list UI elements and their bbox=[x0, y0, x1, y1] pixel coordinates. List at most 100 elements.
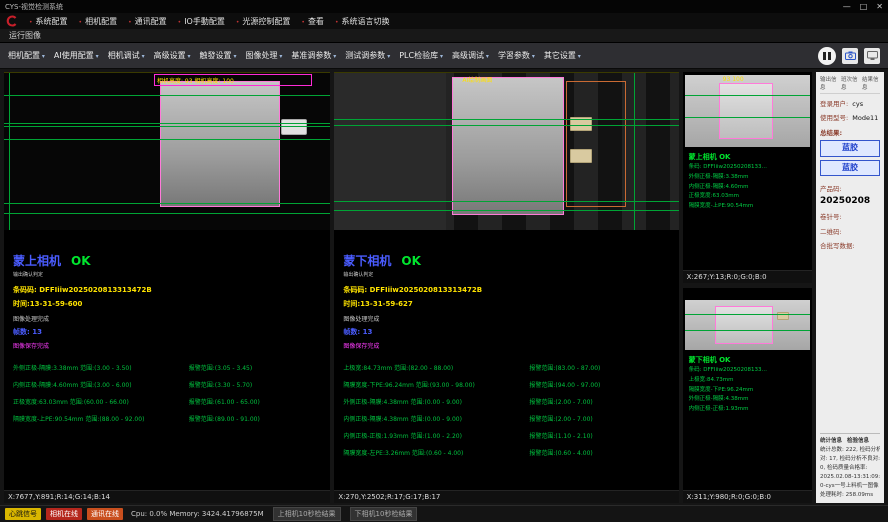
overlay-hline bbox=[334, 210, 678, 211]
preview-line: 内侧正极-隔膜:4.60mm bbox=[689, 183, 806, 193]
product-code-field: 产品码: 20250208 bbox=[820, 185, 880, 207]
tb-camera-debug[interactable]: 相机调试 bbox=[104, 47, 149, 64]
measurement-value: 隔膜宽度-下PE:96.24mm 范围:(93.00 - 98.00) bbox=[343, 380, 529, 389]
menu-view[interactable]: 查看 bbox=[301, 16, 324, 27]
process-status-text: 图像处理完成 bbox=[343, 314, 669, 323]
monitor-button[interactable] bbox=[864, 48, 880, 64]
qr-code-label: 二维码: bbox=[820, 228, 842, 236]
login-user-label: 登录用户: bbox=[820, 100, 848, 108]
model-field: 使用型号: Mode11 bbox=[820, 114, 880, 122]
tb-plc-library[interactable]: PLC检验库 bbox=[395, 47, 447, 64]
tab-output-info[interactable]: 输出信息 bbox=[820, 75, 838, 91]
tb-learn-params[interactable]: 学習参数 bbox=[494, 47, 539, 64]
menu-system-config[interactable]: 系统配置 bbox=[29, 16, 68, 27]
lower-camera-info: 蒙下相机 OK 输出确认判定 条码码: DFFIiiw2025020813313… bbox=[334, 230, 678, 490]
info-panel-tabs: 输出信息 班次信息 结果信息 bbox=[820, 75, 880, 94]
tb-ai-config[interactable]: AI使用配置 bbox=[50, 47, 103, 64]
tab-shift-info[interactable]: 班次信息 bbox=[841, 75, 859, 91]
overlay-hline bbox=[4, 123, 330, 124]
batch-write-label: 合批写数据: bbox=[820, 242, 855, 250]
preview-result-lines: 蒙上相机 OK 条码: DFFIiiw20250208133… 外侧正极-隔膜:… bbox=[683, 149, 812, 213]
title-bar: CYS-视觉检测系统 — □ ✕ bbox=[0, 0, 888, 13]
preview-line: 隔膜宽度-上PE:90.54mm bbox=[689, 202, 806, 212]
tb-trigger-settings[interactable]: 触發设置 bbox=[196, 47, 241, 64]
tb-test-params[interactable]: 测试调参数 bbox=[341, 47, 394, 64]
preview-line: 内侧正极-正极:1.93mm bbox=[689, 405, 806, 415]
upper-camera-info: 蒙上相机 OK 输出确认判定 条码码: DFFIiiw2025020813313… bbox=[4, 230, 330, 490]
save-status-text: 图像保存完成 bbox=[13, 341, 321, 350]
camera-height-label: 相机高度: 93 相机高度: 100 bbox=[157, 76, 234, 85]
preview-image[interactable] bbox=[685, 300, 810, 350]
measurement-value: 内侧正极-正极:1.93mm 范围:(1.00 - 2.20) bbox=[343, 431, 529, 440]
preview-line: 条码: DFFIiiw20250208133… bbox=[689, 366, 806, 376]
tb-baseline-params[interactable]: 基准调参数 bbox=[287, 47, 340, 64]
menu-camera-config[interactable]: 相机配置 bbox=[79, 16, 118, 27]
barcode-text: 条码码: DFFIiiw2025020813313472B bbox=[343, 285, 669, 295]
preview-line: 上极宽:84.73mm bbox=[689, 376, 806, 386]
preview-line: 隔膜宽度-下PE:96.24mm bbox=[689, 386, 806, 396]
overlay-hline bbox=[334, 119, 678, 120]
menu-comm-config[interactable]: 通讯配置 bbox=[128, 16, 167, 27]
camera-result-title: 蒙下相机 bbox=[343, 252, 391, 269]
statistics-tabs: 统计信息 检验信息 bbox=[820, 436, 880, 444]
stats-line: 对: 17, 检码分析不良对:0, bbox=[820, 455, 880, 464]
tab-running-image[interactable]: 运行图像 bbox=[9, 30, 41, 41]
winding-needle-label: 卷针号: bbox=[820, 213, 842, 221]
highlight-spot bbox=[570, 149, 592, 163]
product-code-label: 产品码: bbox=[820, 185, 842, 193]
frame-count-text: 帧数: 13 bbox=[13, 327, 321, 337]
snapshot-button[interactable] bbox=[842, 48, 858, 64]
preview-line: 正极宽度:63.03mm bbox=[689, 192, 806, 202]
upper-camera-10s-result-button[interactable]: 上相机10秒检结果 bbox=[273, 507, 341, 521]
detected-part-region bbox=[719, 83, 773, 139]
lower-camera-image[interactable]: AI绘制画面 bbox=[334, 72, 678, 230]
pause-button[interactable] bbox=[818, 47, 836, 65]
tb-advanced-debug[interactable]: 高级调试 bbox=[448, 47, 493, 64]
alarm-range: 报警范围:(1.10 - 2.10) bbox=[529, 431, 669, 440]
tb-image-processing[interactable]: 图像处理 bbox=[241, 47, 286, 64]
app-window: CYS-视觉检测系统 — □ ✕ 系统配置 相机配置 通讯配置 IO手動配置 光… bbox=[0, 0, 888, 522]
toolbar-right-cluster bbox=[818, 47, 884, 65]
lower-camera-view: AI绘制画面 蒙下相机 OK 输出确认判定 条码码: DFFIiiw202502… bbox=[334, 72, 678, 503]
menu-io-manual[interactable]: IO手動配置 bbox=[178, 16, 225, 27]
alarm-range: 报警范围:(83.00 - 87.00) bbox=[529, 363, 669, 372]
alarm-range: 报警范围:(2.00 - 7.00) bbox=[529, 397, 669, 406]
pixel-coords-readout: X:7677,Y:891;R:14;G:14;B:14 bbox=[4, 490, 330, 503]
tab-inspection[interactable]: 检验信息 bbox=[847, 436, 869, 444]
measurement-value: 上极宽:84.73mm 范围:(82.00 - 88.00) bbox=[343, 363, 529, 372]
winding-needle-field: 卷针号: bbox=[820, 213, 880, 221]
preview-line: 外侧正极-隔膜:4.38mm bbox=[689, 395, 806, 405]
tb-advanced-settings[interactable]: 高级设置 bbox=[150, 47, 195, 64]
close-button[interactable]: ✕ bbox=[876, 2, 883, 11]
preview-result: 蒙上相机 OK bbox=[689, 151, 806, 163]
stats-line: 0, 检码质量合格率: bbox=[820, 464, 880, 473]
machine-area bbox=[334, 73, 446, 230]
alarm-range: 报警范围:(89.00 - 91.00) bbox=[189, 414, 322, 423]
upper-camera-image[interactable]: 相机高度: 93 相机高度: 100 bbox=[4, 72, 330, 230]
overlay-hline bbox=[4, 139, 330, 140]
result-subtext: 输出确认判定 bbox=[343, 271, 669, 278]
maximize-button[interactable]: □ bbox=[860, 2, 868, 11]
tb-camera-config[interactable]: 相机配置 bbox=[4, 47, 49, 64]
time-text: 时间:13-31-59-600 bbox=[13, 299, 321, 309]
tb-other-settings[interactable]: 其它设置 bbox=[540, 47, 585, 64]
overlay-hline bbox=[685, 95, 810, 96]
main-area: 相机高度: 93 相机高度: 100 蒙上相机 OK 输出确认判定 条码码: D… bbox=[0, 69, 888, 505]
tab-result-info[interactable]: 结果信息 bbox=[862, 75, 880, 91]
qr-code-field: 二维码: bbox=[820, 228, 880, 236]
measurement-value: 外侧正极-隔膜:3.38mm 范围:(3.00 - 3.50) bbox=[13, 363, 189, 372]
minimize-button[interactable]: — bbox=[843, 2, 851, 11]
overlay-hline bbox=[685, 314, 810, 315]
menu-language-switch[interactable]: 系统语言切换 bbox=[335, 16, 390, 27]
overlay-hline bbox=[4, 126, 330, 127]
camera-result-status: OK bbox=[71, 254, 91, 268]
preview-image[interactable]: 93 100 bbox=[685, 75, 810, 147]
window-controls: — □ ✕ bbox=[843, 2, 883, 11]
lower-camera-10s-result-button[interactable]: 下相机10秒检结果 bbox=[350, 507, 418, 521]
overlay-vline bbox=[634, 73, 635, 230]
info-panel: 输出信息 班次信息 结果信息 登录用户: cys 使用型号: Mode11 总结… bbox=[816, 72, 884, 503]
preview-result: 蒙下相机 OK bbox=[689, 354, 806, 366]
menu-light-control[interactable]: 光源控制配置 bbox=[236, 16, 291, 27]
tab-statistics[interactable]: 统计信息 bbox=[820, 436, 842, 444]
detected-part-region bbox=[452, 77, 564, 215]
